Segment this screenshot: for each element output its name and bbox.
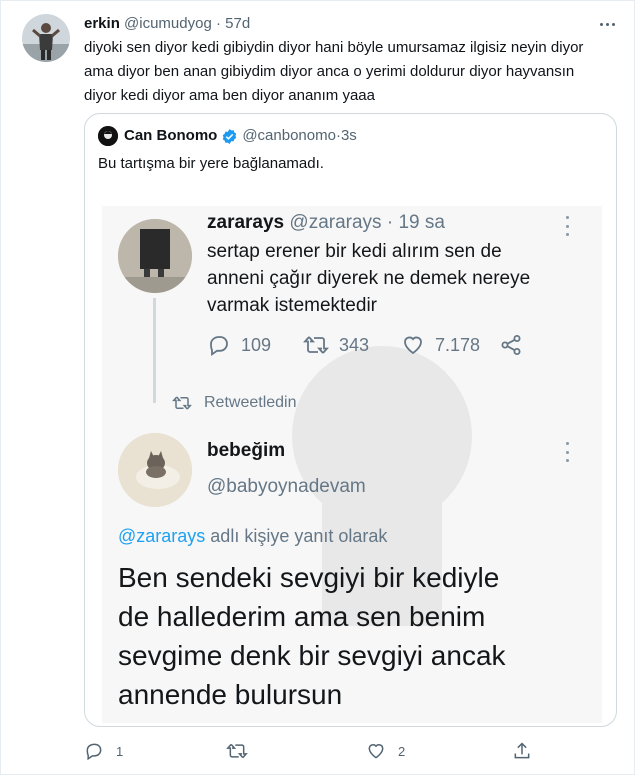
retweet-icon [303,333,329,357]
embedded-retweet-count: 343 [339,335,369,356]
embedded-reply-count: 109 [241,335,271,356]
share-button[interactable] [512,736,544,766]
retweet-icon [172,394,192,412]
like-icon [401,333,425,357]
retweet-icon [226,741,248,761]
quote-author-name: Can Bonomo [124,126,217,146]
embedded-author-handle: @zararays [289,212,381,233]
embedded-text-line: anneni çağır diyerek ne demek nereye [207,265,530,292]
embedded-avatar [118,433,192,507]
tweet-text-line: diyoki sen diyor kedi gibiydin diyor han… [84,36,624,60]
reply-icon [84,741,104,761]
embedded-avatar [118,219,192,293]
retweet-context-label: Retweetledin [204,394,297,412]
embedded-retweet: 343 [303,330,369,360]
tweet-actions: 1 2 [84,736,544,766]
separator: · [216,15,221,32]
like-count: 2 [398,744,405,759]
quoted-tweet[interactable]: Can Bonomo @canbonomo · 3s Bu tartışma b… [84,113,617,727]
tweet-text: diyoki sen diyor kedi gibiydin diyor han… [84,36,624,108]
embedded-reply-text: Ben sendeki sevgiyi bir kediyle de halle… [118,558,506,714]
embedded-text-line: de hallederim ama sen benim [118,597,506,636]
timestamp[interactable]: 57d [225,15,250,32]
more-icon[interactable] [596,15,618,33]
embedded-author-name: zararays [207,212,284,233]
embedded-text-line: sevgime denk bir sevgiyi ancak [118,636,506,675]
author-name[interactable]: erkin [84,15,120,32]
author-handle[interactable]: @icumudyog [124,15,212,32]
share-icon [499,333,523,357]
reply-mention: @zararays [118,526,205,546]
quote-text: Bu tartışma bir yere bağlanamadı. [98,154,324,174]
thread-line [153,298,156,403]
embedded-share [499,330,533,360]
reply-suffix: adlı kişiye yanıt olarak [205,526,387,546]
quote-author-handle: @canbonomo [242,126,336,146]
embedded-text-line: Ben sendeki sevgiyi bir kediyle [118,558,506,597]
share-icon [512,741,532,761]
embedded-text-line: annende bulursun [118,675,506,714]
tweet-text-line: ama diyor ben anan gibiydim diyor anca o… [84,60,624,84]
reply-button[interactable]: 1 [84,736,123,766]
embedded-like: 7.178 [401,330,480,360]
tweet-header: erkin @icumudyog · 57d [84,14,250,34]
embedded-timestamp: 19 sa [398,212,444,233]
verified-icon [221,128,238,145]
quote-author-avatar [98,126,118,146]
embedded-actions: 109 343 7.178 [207,330,547,360]
embedded-reply: 109 [207,330,271,360]
retweet-button[interactable] [226,736,260,766]
reply-count: 1 [116,744,123,759]
separator: · [387,212,393,233]
embedded-author-name: bebeğim [207,438,285,464]
embedded-text: sertap erener bir kedi alırım sen de ann… [207,238,530,319]
like-icon [366,741,386,761]
tweet[interactable]: erkin @icumudyog · 57d diyoki sen diyor … [0,0,635,775]
more-icon [564,442,570,462]
more-icon [564,216,570,236]
like-button[interactable]: 2 [366,736,405,766]
embedded-like-count: 7.178 [435,335,480,356]
embedded-text-line: sertap erener bir kedi alırım sen de [207,238,530,265]
quote-image: zararays @zararays · 19 sa sertap erener… [102,206,602,723]
reply-context: @zararays adlı kişiye yanıt olarak [118,524,387,548]
retweet-context: Retweetledin [172,390,297,416]
embedded-author-handle: @babyoynadevam [207,474,366,500]
quote-timestamp: 3s [341,126,357,146]
tweet-text-line: diyor kedi diyor ama ben diyor ananım ya… [84,84,624,108]
embedded-text-line: varmak istemektedir [207,292,530,319]
quote-header: Can Bonomo @canbonomo · 3s [124,126,357,146]
embedded-header: zararays @zararays · 19 sa [207,210,445,236]
reply-icon [207,333,231,357]
author-avatar[interactable] [22,14,70,62]
